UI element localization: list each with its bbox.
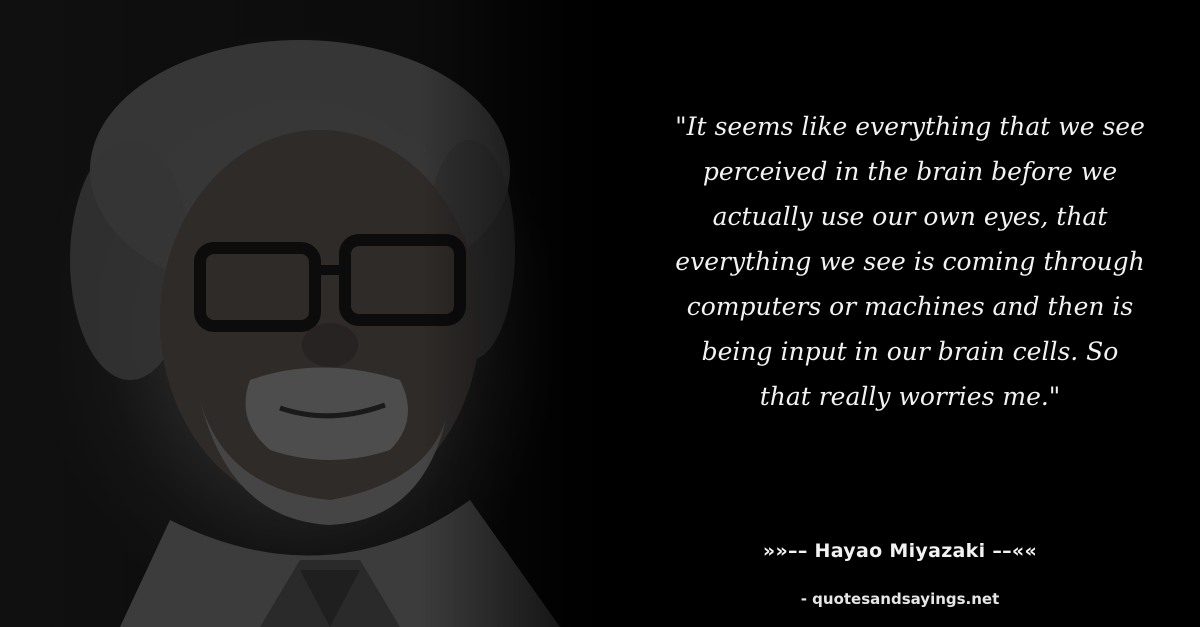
quote-source-link[interactable]: - quotesandsayings.net bbox=[640, 590, 1160, 608]
quote-card: "It seems like everything that we see pe… bbox=[0, 0, 1200, 627]
quote-line: "It seems like everything that we see bbox=[675, 112, 1145, 141]
quote-line: perceived in the brain before we bbox=[702, 157, 1118, 186]
quote-line: that really worries me." bbox=[759, 382, 1061, 411]
quote-line: being input in our brain cells. So bbox=[701, 337, 1119, 366]
quote-author: »»–– Hayao Miyazaki ––«« bbox=[762, 540, 1038, 562]
quote-line: actually use our own eyes, that bbox=[712, 202, 1108, 231]
quote-text: "It seems like everything that we see pe… bbox=[640, 104, 1180, 419]
quote-line: computers or machines and then is bbox=[686, 292, 1134, 321]
portrait-photo bbox=[0, 0, 680, 627]
quote-line: everything we see is coming through bbox=[675, 247, 1145, 276]
